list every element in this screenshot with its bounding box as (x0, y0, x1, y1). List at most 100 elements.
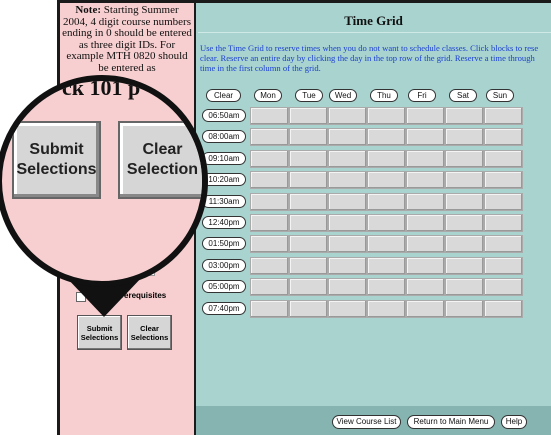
grid-cell-tue[interactable] (289, 235, 328, 254)
day-header-thu[interactable]: Thu (370, 89, 398, 102)
grid-cell-sun[interactable] (484, 192, 523, 211)
grid-cell-wed[interactable] (328, 256, 367, 275)
grid-cell-wed[interactable] (328, 235, 367, 254)
time-row-header[interactable]: 11:30am (202, 194, 246, 208)
grid-cell-fri[interactable] (406, 278, 445, 297)
day-header-wed[interactable]: Wed (329, 89, 357, 102)
grid-cell-tue[interactable] (289, 171, 328, 190)
grid-cell-sun[interactable] (484, 278, 523, 297)
submit-selections-button[interactable]: Submit Selections (77, 315, 122, 350)
time-row-header[interactable]: 07:40pm (202, 301, 246, 315)
grid-cell-fri[interactable] (406, 128, 445, 147)
grid-cell-wed[interactable] (328, 299, 367, 318)
view-course-list-button[interactable]: View Course List (332, 415, 401, 429)
grid-cell-tue[interactable] (289, 278, 328, 297)
grid-cell-thu[interactable] (367, 278, 406, 297)
grid-cell-tue[interactable] (289, 192, 328, 211)
note-label: Note: (75, 4, 102, 16)
grid-cell-thu[interactable] (367, 256, 406, 275)
time-row-header[interactable]: 12:40pm (202, 216, 246, 229)
grid-cell-sat[interactable] (445, 107, 484, 125)
grid-cell-tue[interactable] (289, 107, 328, 125)
time-row-header[interactable]: 06:50am (202, 109, 246, 122)
day-header-tue[interactable]: Tue (295, 89, 323, 102)
grid-cell-sun[interactable] (484, 107, 523, 125)
time-row-header[interactable]: 08:00am (202, 130, 246, 144)
grid-cell-mon[interactable] (250, 149, 289, 168)
help-button[interactable]: Help (501, 415, 527, 429)
grid-cell-fri[interactable] (406, 299, 445, 318)
grid-cell-sun[interactable] (484, 128, 523, 147)
grid-cell-tue[interactable] (289, 149, 328, 168)
grid-cell-tue[interactable] (289, 214, 328, 232)
grid-cell-mon[interactable] (250, 214, 289, 232)
instructions-line-3: time in the first column of the grid. (200, 63, 321, 73)
grid-cell-sat[interactable] (445, 214, 484, 232)
grid-cell-sat[interactable] (445, 256, 484, 275)
time-row-header[interactable]: 01:50pm (202, 237, 246, 251)
grid-cell-tue[interactable] (289, 128, 328, 147)
grid-cell-thu[interactable] (367, 214, 406, 232)
grid-cell-sat[interactable] (445, 149, 484, 168)
grid-cell-thu[interactable] (367, 107, 406, 125)
grid-cell-thu[interactable] (367, 171, 406, 190)
grid-cell-sat[interactable] (445, 299, 484, 318)
grid-cell-mon[interactable] (250, 192, 289, 211)
grid-cell-mon[interactable] (250, 128, 289, 147)
grid-cell-tue[interactable] (289, 299, 328, 318)
grid-cell-sun[interactable] (484, 256, 523, 275)
grid-cell-wed[interactable] (328, 214, 367, 232)
grid-cell-sun[interactable] (484, 299, 523, 318)
return-main-menu-button[interactable]: Return to Main Menu (407, 415, 495, 429)
day-header-fri[interactable]: Fri (408, 89, 436, 102)
grid-cell-mon[interactable] (250, 107, 289, 125)
grid-cell-fri[interactable] (406, 235, 445, 254)
day-header-mon[interactable]: Mon (254, 89, 282, 102)
time-row-header[interactable]: 03:00pm (202, 258, 246, 272)
grid-cell-wed[interactable] (328, 278, 367, 297)
magnified-clear-selections-button: Clear Selection (118, 121, 202, 199)
clear-selections-button[interactable]: Clear Selections (127, 315, 172, 350)
grid-cell-mon[interactable] (250, 256, 289, 275)
time-row-header[interactable]: 09:10am (202, 151, 246, 165)
time-row-header[interactable]: 05:00pm (202, 280, 246, 294)
grid-cell-mon[interactable] (250, 171, 289, 190)
magnifier-background-text: ck 101 p (62, 75, 141, 100)
grid-cell-fri[interactable] (406, 107, 445, 125)
grid-cell-thu[interactable] (367, 192, 406, 211)
grid-cell-wed[interactable] (328, 107, 367, 125)
grid-cell-sat[interactable] (445, 171, 484, 190)
grid-cell-wed[interactable] (328, 171, 367, 190)
page-title: Time Grid (344, 13, 403, 28)
day-header-sat[interactable]: Sat (449, 89, 477, 102)
grid-cell-sat[interactable] (445, 235, 484, 254)
grid-cell-sat[interactable] (445, 128, 484, 147)
grid-cell-thu[interactable] (367, 128, 406, 147)
grid-cell-fri[interactable] (406, 149, 445, 168)
grid-cell-thu[interactable] (367, 299, 406, 318)
grid-cell-wed[interactable] (328, 149, 367, 168)
grid-cell-wed[interactable] (328, 128, 367, 147)
grid-cell-fri[interactable] (406, 192, 445, 211)
clear-grid-button[interactable]: Clear (206, 89, 241, 102)
grid-cell-fri[interactable] (406, 256, 445, 275)
footer-bar: View Course List Return to Main Menu Hel… (196, 406, 551, 435)
grid-cell-mon[interactable] (250, 235, 289, 254)
grid-cell-thu[interactable] (367, 149, 406, 168)
grid-cell-tue[interactable] (289, 256, 328, 275)
day-header-sun[interactable]: Sun (486, 89, 514, 102)
grid-cell-fri[interactable] (406, 171, 445, 190)
grid-cell-wed[interactable] (328, 192, 367, 211)
time-row-header[interactable]: 10:20am (202, 173, 246, 187)
grid-cell-sun[interactable] (484, 171, 523, 190)
grid-cell-fri[interactable] (406, 214, 445, 232)
grid-cell-sun[interactable] (484, 214, 523, 232)
magnifier-lens: ck 101 p Submit Selections Clear Selecti… (0, 75, 208, 287)
grid-cell-mon[interactable] (250, 299, 289, 318)
grid-cell-mon[interactable] (250, 278, 289, 297)
grid-cell-sun[interactable] (484, 149, 523, 168)
grid-cell-sat[interactable] (445, 192, 484, 211)
grid-cell-sat[interactable] (445, 278, 484, 297)
grid-cell-thu[interactable] (367, 235, 406, 254)
grid-cell-sun[interactable] (484, 235, 523, 254)
